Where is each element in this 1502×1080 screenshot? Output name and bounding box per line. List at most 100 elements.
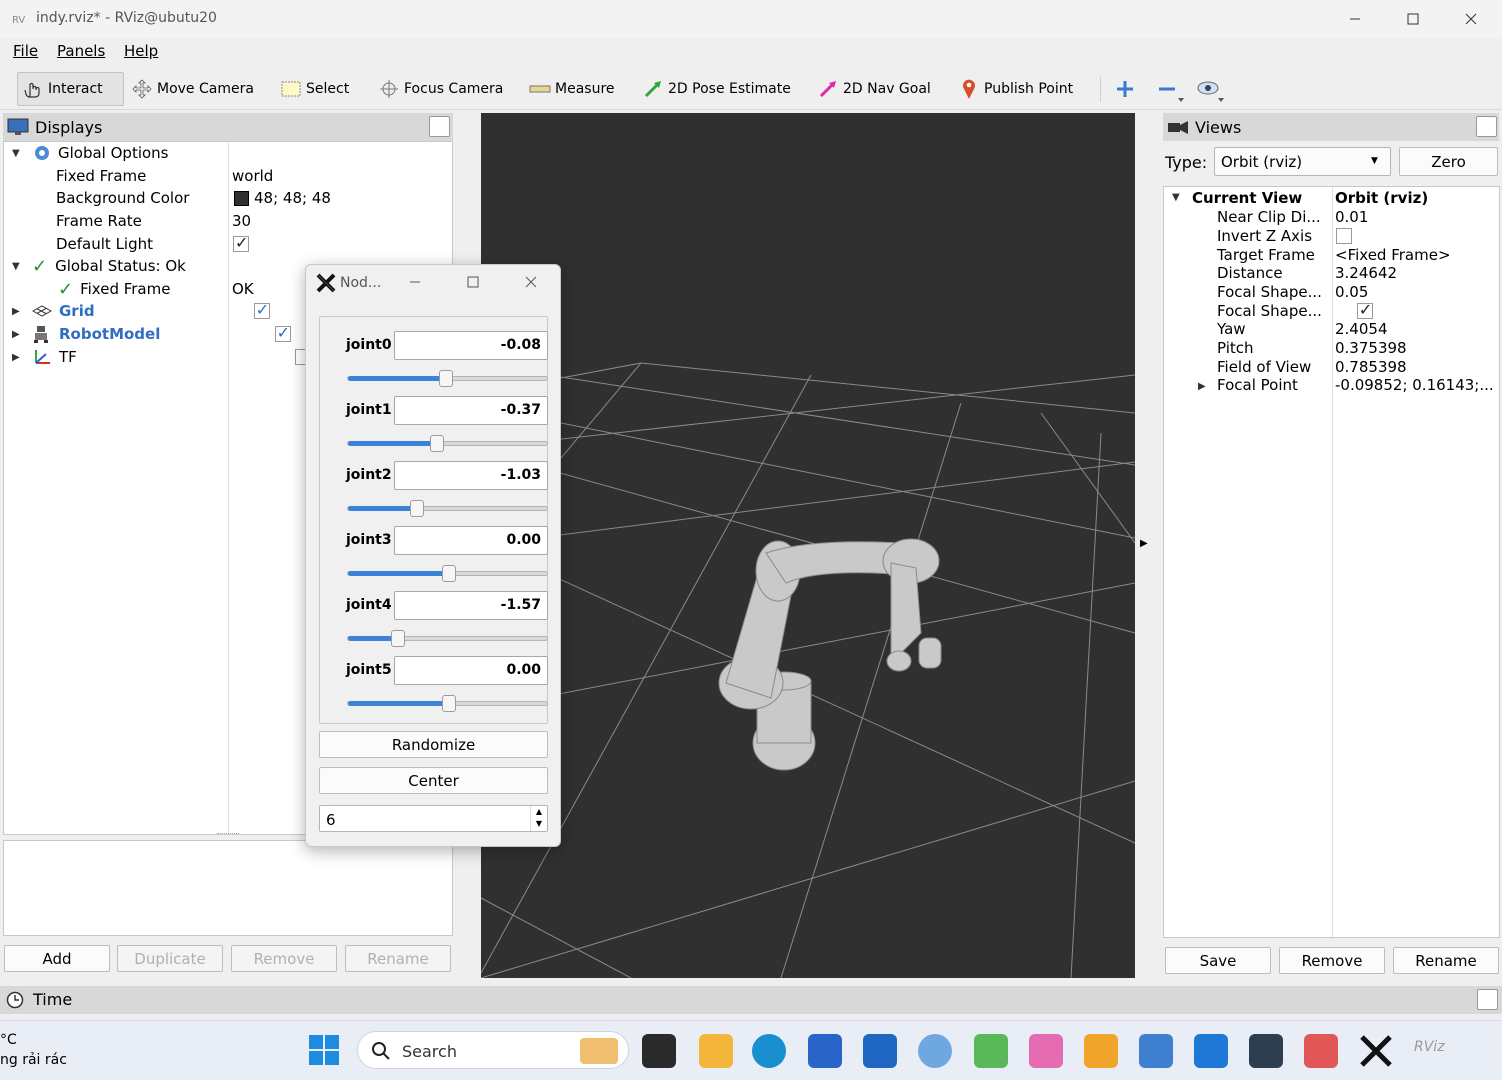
expand-arrow-icon[interactable]: ▼ — [1172, 192, 1180, 203]
view-prop-value[interactable]: <Fixed Frame> — [1335, 246, 1451, 265]
view-prop-value[interactable]: 3.24642 — [1335, 264, 1397, 283]
slider-thumb[interactable] — [442, 695, 456, 712]
add-tool-button[interactable] — [1114, 78, 1136, 104]
collapse-right-dock-icon[interactable]: ▶ — [1140, 538, 1148, 549]
tool-2d-nav-goal[interactable]: 2D Nav Goal — [813, 72, 935, 106]
invert-z-axis-checkbox[interactable] — [1336, 228, 1352, 244]
color-app-icon[interactable] — [1029, 1034, 1063, 1068]
task-view-icon[interactable] — [642, 1034, 676, 1068]
tree-row-global-options[interactable]: Global Options — [32, 142, 169, 164]
grid-enabled-checkbox[interactable] — [253, 300, 270, 319]
tool-app-icon[interactable] — [1084, 1034, 1118, 1068]
tool-focus-camera[interactable]: Focus Camera — [374, 72, 507, 106]
dialog-minimize-button[interactable] — [404, 271, 428, 293]
render-viewport[interactable] — [481, 113, 1135, 978]
views-undock-button[interactable] — [1476, 116, 1497, 137]
rename-view-button[interactable]: Rename — [1393, 947, 1499, 974]
zero-view-button[interactable]: Zero — [1399, 147, 1498, 176]
layers-app-icon[interactable] — [974, 1034, 1008, 1068]
tool-interact[interactable]: Interact — [17, 72, 124, 106]
remove-display-button[interactable]: Remove — [231, 945, 337, 972]
minimize-button[interactable] — [1326, 0, 1384, 38]
joint-slider[interactable] — [347, 370, 548, 387]
prop-background-color-value[interactable]: 48; 48; 48 — [234, 187, 331, 209]
collapse-arrow-icon[interactable]: ▶ — [1198, 381, 1206, 392]
collapse-arrow-icon[interactable]: ▶ — [12, 352, 20, 363]
dialog-maximize-button[interactable] — [462, 271, 486, 293]
prop-frame-rate-value[interactable]: 30 — [232, 210, 251, 232]
tree-row-tf[interactable]: TF — [32, 346, 77, 368]
rviz-taskbar-icon[interactable]: RViz — [1414, 1039, 1445, 1055]
tree-row-global-status[interactable]: ✓ Global Status: Ok — [32, 255, 186, 277]
menu-file[interactable]: File — [13, 42, 38, 60]
collapse-arrow-icon[interactable]: ▶ — [12, 329, 20, 340]
tool-publish-point[interactable]: Publish Point — [954, 72, 1077, 106]
close-button[interactable] — [1442, 0, 1500, 38]
tool-measure[interactable]: Measure — [525, 72, 619, 106]
tool-select[interactable]: Select — [276, 72, 353, 106]
remove-tool-button[interactable] — [1156, 78, 1186, 108]
joint-slider[interactable] — [347, 630, 548, 647]
slider-thumb[interactable] — [430, 435, 444, 452]
view-prop-value[interactable]: -0.09852; 0.16143;... — [1335, 376, 1494, 395]
save-view-button[interactable]: Save — [1165, 947, 1271, 974]
outlook-icon[interactable] — [863, 1034, 897, 1068]
default-light-checkbox[interactable] — [233, 233, 249, 252]
menu-panels[interactable]: Panels — [57, 42, 105, 60]
current-view-label[interactable]: Current View — [1192, 189, 1302, 208]
joint-value-field[interactable]: -0.37 — [394, 396, 548, 425]
edge-browser-icon[interactable] — [752, 1034, 786, 1068]
slider-thumb[interactable] — [439, 370, 453, 387]
snipping-tool-icon[interactable] — [1304, 1034, 1338, 1068]
displays-undock-button[interactable] — [429, 116, 450, 137]
slider-thumb[interactable] — [410, 500, 424, 517]
joint-slider[interactable] — [347, 500, 548, 517]
joint-slider[interactable] — [347, 565, 548, 582]
view-type-select[interactable]: Orbit (rviz) ▼ — [1214, 147, 1391, 176]
rename-display-button[interactable]: Rename — [345, 945, 451, 972]
store-icon[interactable] — [808, 1034, 842, 1068]
add-display-button[interactable]: Add — [4, 945, 110, 972]
dialog-close-button[interactable] — [520, 271, 544, 293]
slider-thumb[interactable] — [391, 630, 405, 647]
randomize-button[interactable]: Randomize — [319, 731, 548, 758]
panels-visibility-button[interactable] — [1196, 78, 1228, 108]
tool-move-camera[interactable]: Move Camera — [127, 72, 258, 106]
weather-text[interactable]: ng rải rác — [0, 1052, 67, 1068]
menu-help[interactable]: Help — [124, 42, 158, 60]
joint-value-field[interactable]: 0.00 — [394, 656, 548, 685]
joint-slider[interactable] — [347, 695, 548, 712]
duplicate-display-button[interactable]: Duplicate — [117, 945, 223, 972]
tool-2d-pose-estimate[interactable]: 2D Pose Estimate — [638, 72, 795, 106]
file-explorer-icon[interactable] — [699, 1034, 733, 1068]
expand-arrow-icon[interactable]: ▼ — [12, 148, 20, 159]
view-prop-value[interactable]: 0.01 — [1335, 208, 1368, 227]
maximize-button[interactable] — [1384, 0, 1442, 38]
start-button[interactable] — [308, 1034, 340, 1070]
view-prop-value[interactable]: 0.785398 — [1335, 358, 1407, 377]
joint-value-field[interactable]: -1.03 — [394, 461, 548, 490]
expand-arrow-icon[interactable]: ▼ — [12, 261, 20, 272]
view-prop-value[interactable]: 2.4054 — [1335, 320, 1388, 339]
robotmodel-enabled-checkbox[interactable] — [274, 323, 291, 342]
vscode-icon[interactable] — [1194, 1034, 1228, 1068]
splitter-handle[interactable] — [217, 833, 239, 837]
weather-temp[interactable]: °C — [0, 1032, 17, 1048]
spin-arrows-icon[interactable]: ▲ ▼ — [530, 806, 547, 831]
xserver-icon[interactable] — [1359, 1034, 1393, 1072]
cloud-icon[interactable] — [918, 1034, 952, 1068]
joint-count-spinbox[interactable]: 6 ▲ ▼ — [319, 805, 548, 832]
focal-shape-fixed-size-checkbox[interactable] — [1356, 300, 1373, 319]
center-button[interactable]: Center — [319, 767, 548, 794]
joint-value-field[interactable]: 0.00 — [394, 526, 548, 555]
prop-fixed-frame-value[interactable]: world — [232, 165, 273, 187]
terminal-icon[interactable] — [1249, 1034, 1283, 1068]
tree-row-robotmodel[interactable]: RobotModel — [32, 323, 160, 345]
remove-view-button[interactable]: Remove — [1279, 947, 1385, 974]
joint-value-field[interactable]: -1.57 — [394, 591, 548, 620]
tree-row-grid[interactable]: Grid — [32, 300, 95, 322]
time-undock-button[interactable] — [1477, 989, 1498, 1010]
document-app-icon[interactable] — [1139, 1034, 1173, 1068]
taskbar-search-box[interactable]: Search — [357, 1031, 629, 1069]
collapse-arrow-icon[interactable]: ▶ — [12, 306, 20, 317]
